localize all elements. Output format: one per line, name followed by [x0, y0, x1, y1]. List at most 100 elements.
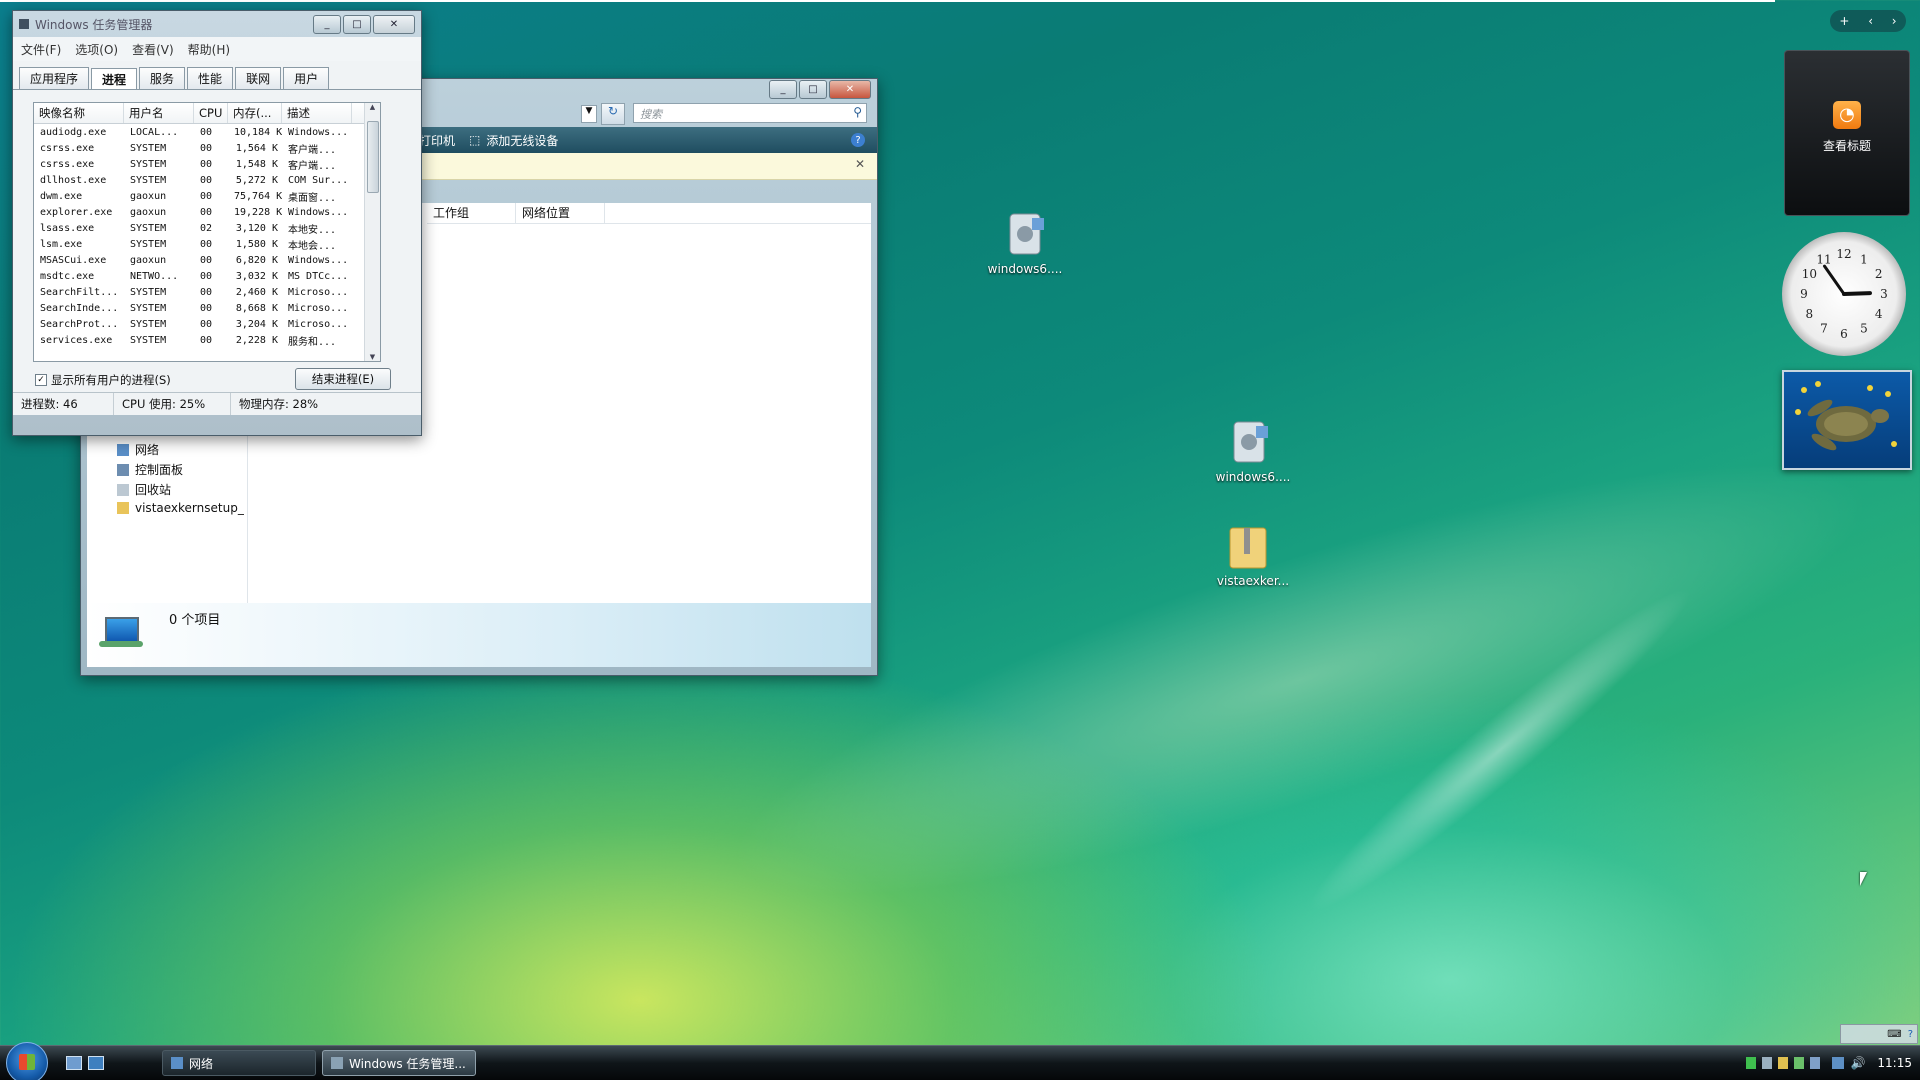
column-cpu[interactable]: CPU	[194, 103, 228, 123]
volume-icon[interactable]: 🔊	[1850, 1056, 1865, 1070]
search-input[interactable]: 搜索 ⚲	[633, 103, 867, 123]
slideshow-gadget[interactable]	[1782, 370, 1912, 470]
clock-number: 3	[1880, 287, 1888, 301]
toolbar-printer-button[interactable]: 打印机	[419, 132, 455, 149]
process-image-name: SearchFilt...	[40, 286, 119, 298]
desktop-icon-windows6-1[interactable]	[1000, 208, 1056, 264]
show-all-users-checkbox[interactable]: ✓ 显示所有用户的进程(S)	[35, 372, 171, 388]
tab-users[interactable]: 用户	[283, 67, 330, 89]
network-tray-icon[interactable]	[1832, 1057, 1845, 1069]
column-image-name[interactable]: 映像名称	[34, 103, 124, 123]
start-button[interactable]	[6, 1042, 48, 1080]
tab-processes[interactable]: 进程	[91, 68, 138, 90]
scroll-down-icon[interactable]: ▼	[365, 353, 380, 361]
refresh-button[interactable]: ↻	[601, 103, 625, 125]
details-pane: 0 个项目	[87, 603, 871, 667]
process-list-scrollbar[interactable]: ▲ ▼	[364, 103, 380, 361]
column-network-location[interactable]: 网络位置	[516, 203, 605, 223]
tray-icon-2[interactable]	[1762, 1057, 1773, 1069]
next-icon[interactable]: ›	[1892, 14, 1897, 28]
process-row[interactable]: MSASCui.exe gaoxun 00 6,820 K Windows...	[34, 252, 380, 268]
explorer-maximize-button[interactable]: □	[799, 79, 827, 99]
process-memory: 1,564 K	[235, 142, 278, 154]
process-description: 服务和...	[288, 336, 337, 348]
system-tray: 🔊 11:15	[1746, 1052, 1912, 1074]
scrollbar-thumb[interactable]	[367, 121, 379, 193]
process-row[interactable]: dwm.exe gaoxun 00 75,764 K 桌面窗...	[34, 188, 380, 204]
language-bar[interactable]: ⌨ ?	[1840, 1024, 1918, 1044]
taskbar-task-network[interactable]: 网络	[162, 1050, 316, 1076]
column-workgroup[interactable]: 工作组	[427, 203, 516, 223]
desktop-icon-windows6-2[interactable]	[1224, 416, 1280, 472]
rss-gadget[interactable]: ◔ 查看标题	[1784, 50, 1910, 216]
menu-help[interactable]: 帮助(H)	[188, 41, 230, 58]
tab-performance[interactable]: 性能	[187, 67, 234, 89]
previous-icon[interactable]: ‹	[1868, 14, 1873, 28]
process-row[interactable]: explorer.exe gaoxun 00 19,228 K Windows...	[34, 204, 380, 220]
tray-icon-3[interactable]	[1778, 1057, 1789, 1069]
process-row[interactable]: lsm.exe SYSTEM 00 1,580 K 本地会...	[34, 236, 380, 252]
process-row[interactable]: msdtc.exe NETWO... 00 3,032 K MS DTCc...	[34, 268, 380, 284]
toolbar-add-wireless-button[interactable]: 添加无线设备	[486, 132, 558, 149]
nav-item-network[interactable]: 网络	[117, 441, 159, 458]
tm-minimize-button[interactable]: _	[313, 14, 341, 34]
process-row[interactable]: audiodg.exe LOCAL... 00 10,184 K Windows...	[34, 124, 380, 140]
process-cpu: 00	[200, 254, 213, 266]
column-description[interactable]: 描述	[282, 103, 352, 123]
address-dropdown-arrow-icon[interactable]: ▼	[581, 105, 597, 123]
tray-icon-1[interactable]	[1746, 1057, 1757, 1069]
switch-windows-icon[interactable]	[88, 1056, 104, 1070]
desktop-icon-label[interactable]: windows6....	[970, 262, 1080, 276]
process-row[interactable]: SearchFilt... SYSTEM 00 2,460 K Microso...	[34, 284, 380, 300]
search-icon[interactable]: ⚲	[853, 105, 862, 119]
add-gadget-icon[interactable]: +	[1839, 14, 1849, 28]
help-icon[interactable]: ?	[1908, 1029, 1913, 1040]
show-desktop-icon[interactable]	[66, 1056, 82, 1070]
tab-services[interactable]: 服务	[139, 67, 186, 89]
process-row[interactable]: csrss.exe SYSTEM 00 1,564 K 客户端...	[34, 140, 380, 156]
nav-item-recycle-bin[interactable]: 回收站	[117, 481, 171, 498]
tab-networking[interactable]: 联网	[235, 67, 282, 89]
menu-view[interactable]: 查看(V)	[132, 41, 174, 58]
process-list[interactable]: 映像名称 用户名 CPU 内存(... 描述 audiodg.exe LOCAL.…	[33, 102, 381, 362]
explorer-minimize-button[interactable]: _	[769, 79, 797, 99]
process-rows: audiodg.exe LOCAL... 00 10,184 K Windows... c…	[34, 124, 380, 348]
menu-file[interactable]: 文件(F)	[21, 41, 61, 58]
process-row[interactable]: csrss.exe SYSTEM 00 1,548 K 客户端...	[34, 156, 380, 172]
process-memory: 6,820 K	[235, 254, 278, 266]
keyboard-icon[interactable]: ⌨	[1887, 1029, 1901, 1040]
desktop-icon-label[interactable]: windows6....	[1198, 470, 1308, 484]
explorer-close-button[interactable]: ✕	[829, 79, 871, 99]
process-list-header: 映像名称 用户名 CPU 内存(... 描述	[34, 103, 380, 124]
clock-hour-hand	[1842, 291, 1872, 296]
process-user-name: SYSTEM	[130, 142, 167, 154]
taskbar-clock[interactable]: 11:15	[1877, 1056, 1912, 1070]
help-icon[interactable]: ?	[851, 133, 865, 147]
column-user-name[interactable]: 用户名	[124, 103, 194, 123]
process-row[interactable]: SearchProt... SYSTEM 00 3,204 K Microso...	[34, 316, 380, 332]
tray-icon-5[interactable]	[1810, 1057, 1821, 1069]
taskbar-task-task-manager[interactable]: Windows 任务管理...	[322, 1050, 476, 1076]
checkbox-checked-icon[interactable]: ✓	[35, 374, 47, 386]
tray-icon-4[interactable]	[1794, 1057, 1805, 1069]
process-row[interactable]: services.exe SYSTEM 00 2,228 K 服务和...	[34, 332, 380, 348]
menu-options[interactable]: 选项(O)	[75, 41, 118, 58]
tm-maximize-button[interactable]: □	[343, 14, 371, 34]
tm-close-button[interactable]: ✕	[373, 14, 415, 34]
tab-applications[interactable]: 应用程序	[19, 67, 90, 89]
nav-item-vistaexkernsetup[interactable]: vistaexkernsetup_	[117, 501, 244, 515]
end-process-button[interactable]: 结束进程(E)	[295, 368, 391, 390]
process-user-name: gaoxun	[130, 206, 167, 218]
column-memory[interactable]: 内存(...	[228, 103, 282, 123]
scroll-up-icon[interactable]: ▲	[365, 103, 380, 111]
clock-number: 4	[1875, 307, 1883, 321]
process-row[interactable]: SearchInde... SYSTEM 00 8,668 K Microso...	[34, 300, 380, 316]
process-row[interactable]: lsass.exe SYSTEM 02 3,120 K 本地安...	[34, 220, 380, 236]
desktop-icon-vistaexker[interactable]	[1222, 520, 1278, 576]
process-row[interactable]: dllhost.exe SYSTEM 00 5,272 K COM Sur...	[34, 172, 380, 188]
nav-item-control-panel[interactable]: 控制面板	[117, 461, 183, 478]
desktop-icon-label[interactable]: vistaexker...	[1198, 574, 1308, 588]
task-manager-window: Windows 任务管理器 _ □ ✕ 文件(F) 选项(O) 查看(V) 帮助…	[12, 10, 422, 436]
process-user-name: SYSTEM	[130, 222, 167, 234]
info-bar-close-icon[interactable]: ✕	[855, 157, 865, 171]
